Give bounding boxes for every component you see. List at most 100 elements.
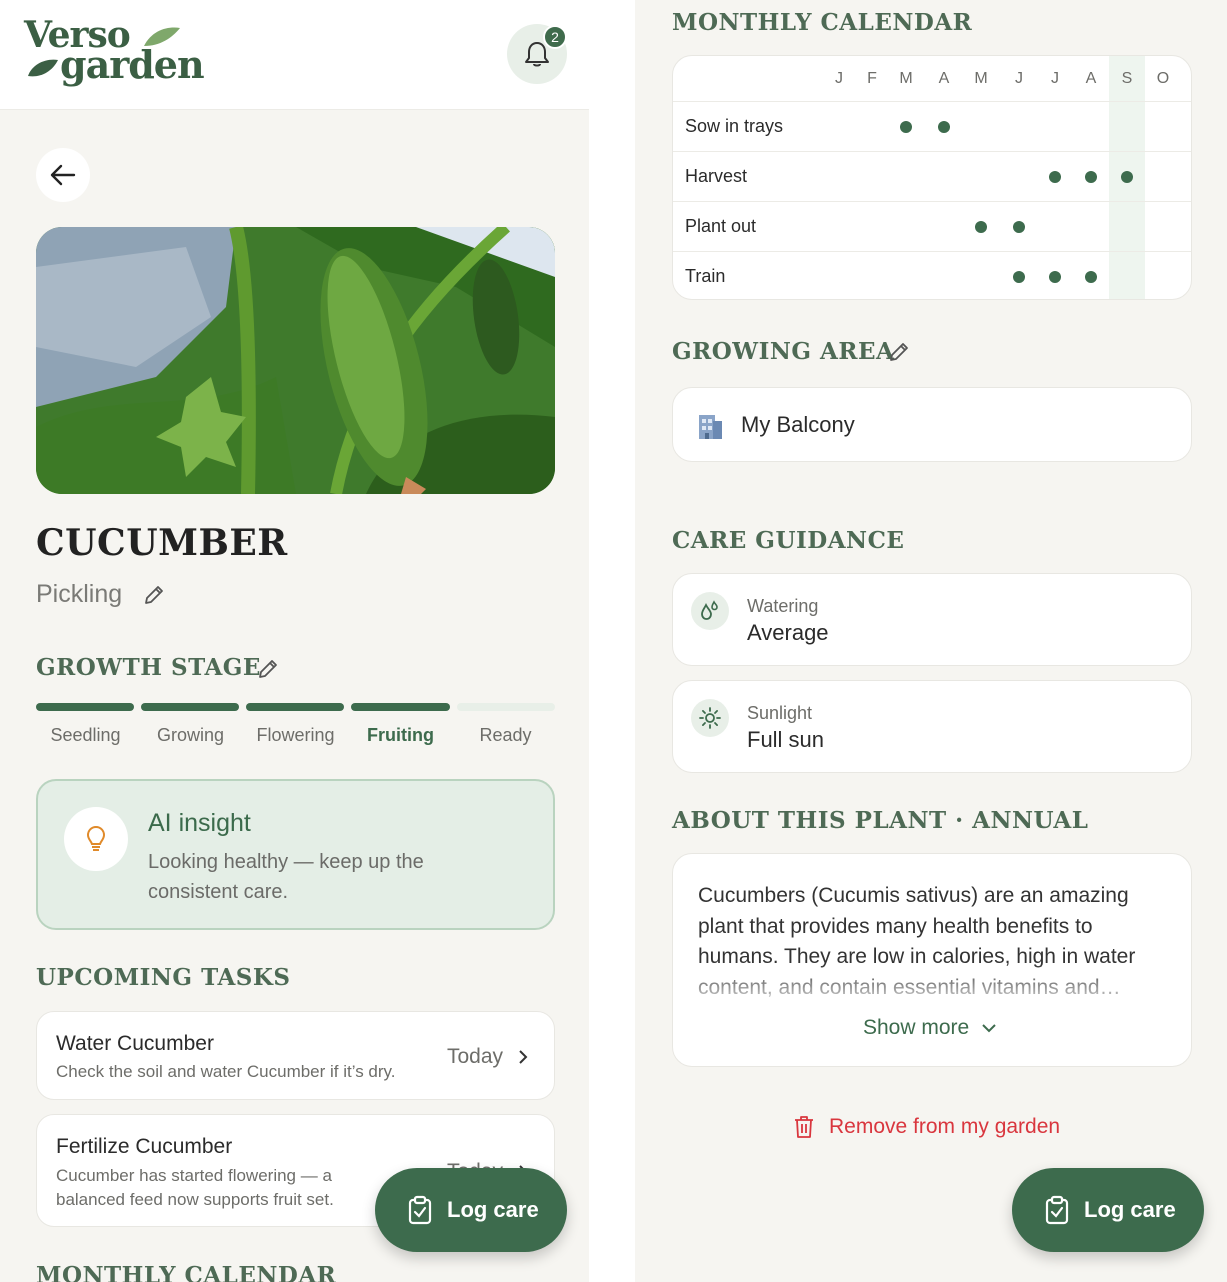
month-header: J xyxy=(1051,70,1059,87)
pencil-icon xyxy=(145,586,163,604)
stage-label-ready[interactable]: Ready xyxy=(453,725,558,746)
month-header: J xyxy=(1015,70,1023,87)
calendar-dot xyxy=(938,121,950,133)
growing-area-card[interactable]: My Balcony xyxy=(672,387,1192,462)
remove-from-garden-button[interactable]: Remove from my garden xyxy=(793,1115,1060,1139)
sun-icon xyxy=(691,699,729,737)
show-more-button[interactable]: Show more xyxy=(863,1016,997,1040)
building-icon xyxy=(699,415,722,439)
stage-progress-ready xyxy=(457,703,555,711)
log-care-label: Log care xyxy=(1084,1197,1176,1222)
plant-name: CUCUMBER xyxy=(36,522,288,564)
show-more-label: Show more xyxy=(863,1016,970,1039)
task-description: Check the soil and water Cucumber if it’… xyxy=(56,1062,396,1081)
insight-title: AI insight xyxy=(148,809,251,837)
calendar-row-plant-out: Plant out xyxy=(673,201,1191,251)
calendar-row-label: Harvest xyxy=(685,166,748,186)
month-header: A xyxy=(1085,70,1097,87)
verso-garden-logo[interactable]: Verso garden xyxy=(24,14,214,94)
clipboard-check-icon xyxy=(408,1195,432,1225)
care-guidance-title: CARE GUIDANCE xyxy=(672,527,905,554)
ai-insight-card: AI insight Looking healthy — keep up the… xyxy=(36,779,555,930)
log-care-label: Log care xyxy=(447,1197,539,1222)
monthly-calendar-title: MONTHLY CALENDAR xyxy=(36,1262,337,1282)
edit-variety-button[interactable] xyxy=(142,583,166,612)
monthly-calendar-title: MONTHLY CALENDAR xyxy=(672,9,973,36)
plant-detail-panel-left: Verso garden 2 CUCUMBER Pickling GROWTH … xyxy=(0,0,589,1282)
calendar-dot xyxy=(1049,271,1061,283)
month-header: S xyxy=(1121,70,1133,87)
notification-count-badge: 2 xyxy=(543,25,567,49)
month-header: O xyxy=(1156,70,1170,87)
insight-text: Looking healthy — keep up the consistent… xyxy=(148,851,424,903)
back-button[interactable] xyxy=(36,148,90,202)
remove-label: Remove from my garden xyxy=(829,1115,1061,1138)
upcoming-tasks-title: UPCOMING TASKS xyxy=(36,964,291,991)
calendar-dot xyxy=(1085,171,1097,183)
growing-area-title: GROWING AREA xyxy=(672,338,895,365)
growth-stage-title: GROWTH STAGE xyxy=(36,654,261,681)
calendar-row-label: Plant out xyxy=(685,216,757,236)
leaf-icon xyxy=(28,59,58,77)
monthly-calendar-card: J F M A M J J A S O Sow in trays Harvest… xyxy=(672,55,1192,300)
clipboard-check-icon xyxy=(1045,1195,1069,1225)
calendar-dot xyxy=(1013,271,1025,283)
care-label: Watering xyxy=(747,596,819,616)
edit-growing-area-button[interactable] xyxy=(887,340,911,369)
growing-area-name: My Balcony xyxy=(741,412,855,437)
calendar-dot xyxy=(1049,171,1061,183)
trash-icon xyxy=(795,1116,813,1138)
plant-photo xyxy=(36,227,555,494)
chevron-right-icon xyxy=(519,1050,528,1064)
calendar-row-train: Train xyxy=(673,251,1191,299)
water-drops-icon xyxy=(691,592,729,630)
month-header: M xyxy=(974,70,988,87)
calendar-dot xyxy=(1085,271,1097,283)
task-card[interactable]: Water Cucumber Check the soil and water … xyxy=(36,1011,555,1100)
month-header: F xyxy=(867,70,877,87)
stage-progress-growing xyxy=(141,703,239,711)
calendar-row-label: Sow in trays xyxy=(685,116,784,136)
log-care-button[interactable]: Log care xyxy=(1012,1168,1204,1252)
task-title: Fertilize Cucumber xyxy=(56,1135,233,1158)
month-header: M xyxy=(899,70,913,87)
plant-variety: Pickling xyxy=(36,580,123,608)
about-plant-title: ABOUT THIS PLANT · ANNUAL xyxy=(672,807,1089,834)
stage-progress-flowering xyxy=(246,703,344,711)
care-value: Full sun xyxy=(747,727,825,752)
stage-progress-seedling xyxy=(36,703,134,711)
month-header: A xyxy=(938,70,950,87)
month-header: J xyxy=(835,70,843,87)
care-value: Average xyxy=(747,620,829,645)
plant-detail-panel-right: MONTHLY CALENDAR J F M A M J J A S O Sow… xyxy=(635,0,1227,1282)
calendar-dot xyxy=(1121,171,1133,183)
calendar-dot xyxy=(900,121,912,133)
pencil-icon xyxy=(890,343,908,361)
text-fade-overlay xyxy=(693,964,1173,1008)
care-item-watering[interactable]: Watering Average xyxy=(672,573,1192,666)
stage-progress-fruiting xyxy=(351,703,450,711)
edit-growth-stage-button[interactable] xyxy=(256,657,280,686)
pencil-icon xyxy=(259,660,277,678)
leaf-icon xyxy=(144,27,180,46)
task-title: Water Cucumber xyxy=(56,1032,214,1055)
calendar-dot xyxy=(1013,221,1025,233)
calendar-dot xyxy=(975,221,987,233)
chevron-down-icon xyxy=(982,1024,996,1033)
about-plant-card: Cucumbers (Cucumis sativus) are an amazi… xyxy=(672,853,1192,1067)
stage-label-fruiting[interactable]: Fruiting xyxy=(348,725,453,746)
stage-label-flowering[interactable]: Flowering xyxy=(243,725,348,746)
care-item-sunlight[interactable]: Sunlight Full sun xyxy=(672,680,1192,773)
care-label: Sunlight xyxy=(747,703,813,723)
calendar-row-sow-in-trays: Sow in trays xyxy=(673,101,1191,151)
task-due: Today xyxy=(447,1045,504,1068)
calendar-row-harvest: Harvest xyxy=(673,151,1191,201)
app-header: Verso garden 2 xyxy=(0,0,589,110)
stage-label-seedling[interactable]: Seedling xyxy=(33,725,138,746)
task-description: Cucumber has started flowering — a balan… xyxy=(56,1166,334,1209)
log-care-button[interactable]: Log care xyxy=(375,1168,567,1252)
stage-label-growing[interactable]: Growing xyxy=(138,725,243,746)
calendar-row-label: Train xyxy=(685,266,726,286)
arrow-left-icon xyxy=(50,164,76,186)
lightbulb-icon xyxy=(64,807,128,871)
